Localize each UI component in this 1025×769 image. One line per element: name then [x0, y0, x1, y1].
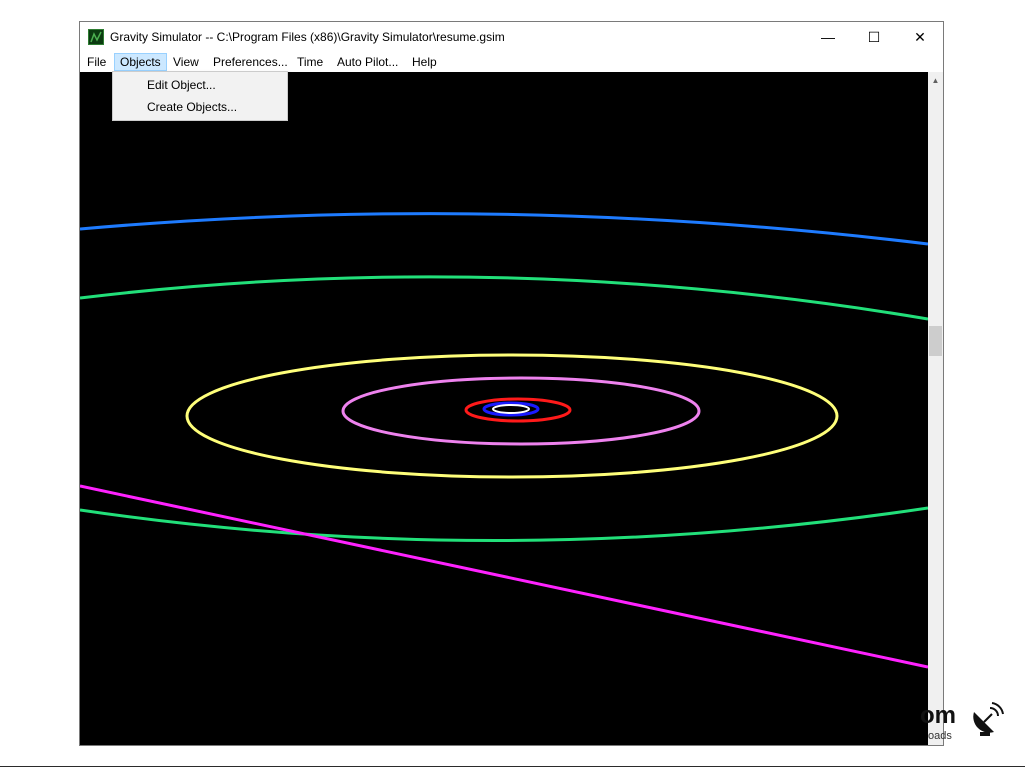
app-window: Gravity Simulator -- C:\Program Files (x… [79, 21, 944, 746]
menu-item-create-objects[interactable]: Create Objects... [147, 97, 237, 117]
app-icon [88, 29, 104, 45]
minimize-icon: — [821, 29, 835, 45]
satellite-dish-icon [973, 702, 1004, 736]
objects-dropdown-menu: Edit Object... Create Objects... [112, 71, 288, 121]
orbit-plot [80, 212, 928, 669]
orbit-outer-green-upper [80, 275, 928, 321]
scroll-up-arrow-icon[interactable]: ▲ [928, 72, 943, 89]
maximize-button[interactable]: ☐ [851, 22, 897, 52]
close-button[interactable]: ✕ [897, 22, 943, 52]
minimize-button[interactable]: — [805, 22, 851, 52]
menu-preferences[interactable]: Preferences... [208, 53, 293, 71]
orbit-outer-blue [80, 212, 928, 246]
menu-help[interactable]: Help [407, 53, 442, 71]
watermark-subtext: oads [928, 730, 952, 742]
window-title: Gravity Simulator -- C:\Program Files (x… [110, 30, 505, 44]
menu-bar: File Objects View Preferences... Time Au… [80, 52, 943, 72]
orbit-white [492, 404, 530, 414]
close-icon: ✕ [914, 28, 926, 45]
menu-time[interactable]: Time [292, 53, 328, 71]
vertical-scrollbar[interactable]: ▲ [928, 72, 943, 745]
simulation-canvas[interactable] [80, 72, 928, 745]
orbit-pink [341, 376, 701, 446]
menu-view[interactable]: View [168, 53, 204, 71]
scroll-thumb[interactable] [929, 326, 942, 356]
menu-auto-pilot[interactable]: Auto Pilot... [332, 53, 403, 71]
menu-item-edit-object[interactable]: Edit Object... [147, 75, 216, 95]
maximize-icon: ☐ [867, 28, 881, 45]
bottom-divider [0, 766, 1025, 767]
trajectory-magenta [80, 484, 928, 669]
watermark-text: om [920, 702, 956, 729]
menu-objects[interactable]: Objects [114, 53, 167, 71]
title-bar[interactable]: Gravity Simulator -- C:\Program Files (x… [80, 22, 943, 52]
menu-file[interactable]: File [82, 53, 111, 71]
